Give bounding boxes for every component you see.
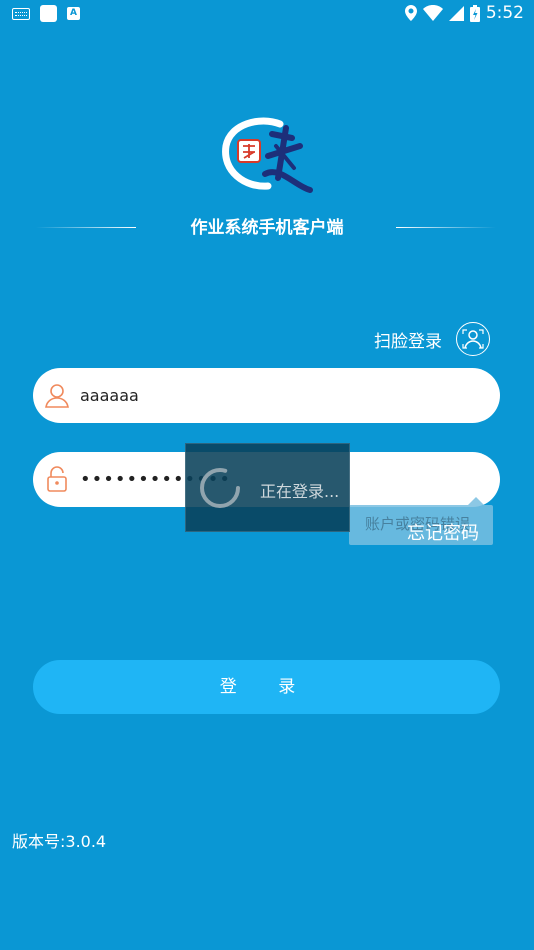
loading-spinner-icon bbox=[200, 468, 240, 508]
forgot-password-link[interactable]: 忘记密码 bbox=[407, 519, 479, 545]
loading-dialog: 正在登录... bbox=[185, 443, 350, 532]
face-login-button[interactable]: 扫脸登录 bbox=[374, 322, 490, 356]
notification-app-icon bbox=[40, 5, 57, 22]
loading-text: 正在登录... bbox=[260, 482, 340, 501]
version-label: 版本号:3.0.4 bbox=[12, 832, 107, 851]
app-title: 作业系统手机客户端 bbox=[190, 218, 344, 238]
username-field[interactable]: aaaaaa bbox=[33, 368, 500, 423]
location-icon bbox=[404, 5, 417, 21]
login-button[interactable]: 登 录 bbox=[33, 660, 500, 714]
status-time: 5:52 bbox=[485, 3, 524, 23]
status-bar: A 5:52 bbox=[0, 0, 534, 28]
forgot-password-popup[interactable]: 账户或密码错误 忘记密码 bbox=[349, 497, 493, 545]
username-input[interactable]: aaaaaa bbox=[80, 368, 139, 423]
title-row: 作业系统手机客户端 bbox=[0, 215, 534, 241]
app-logo bbox=[222, 117, 313, 193]
battery-icon bbox=[469, 4, 480, 22]
cell-signal-icon bbox=[448, 5, 464, 21]
title-divider-right bbox=[396, 227, 496, 228]
user-icon bbox=[45, 384, 69, 408]
face-scan-icon bbox=[456, 322, 490, 356]
wifi-icon bbox=[422, 5, 443, 21]
keyboard-icon bbox=[12, 7, 30, 20]
face-login-label: 扫脸登录 bbox=[374, 331, 442, 352]
popup-arrow bbox=[468, 497, 484, 505]
lock-icon bbox=[47, 466, 67, 492]
text-app-icon: A bbox=[67, 7, 80, 20]
